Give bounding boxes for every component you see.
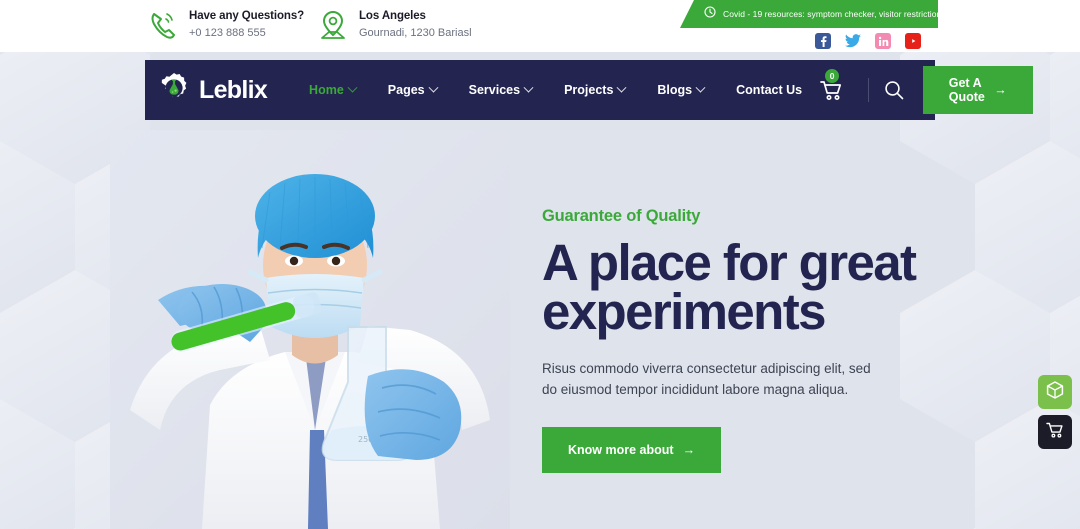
- covid-banner-text: Covid - 19 resources: symptom checker, v…: [723, 9, 953, 19]
- phone-icon: [148, 8, 178, 42]
- covid-banner[interactable]: Covid - 19 resources: symptom checker, v…: [680, 0, 938, 28]
- nav-item-services[interactable]: Services: [453, 82, 548, 97]
- clock-icon: [704, 5, 716, 23]
- nav-item-projects[interactable]: Projects: [548, 82, 641, 97]
- cart-widget-button[interactable]: [1038, 415, 1072, 449]
- get-a-quote-label: Get A Quote: [948, 76, 985, 104]
- know-more-button[interactable]: Know more about →: [542, 426, 722, 473]
- floating-widgets: [1038, 375, 1072, 449]
- social-links: [815, 33, 921, 49]
- gear-flask-logo: [157, 71, 191, 110]
- nav-item-blogs-label: Blogs: [657, 83, 693, 97]
- hero-eyebrow: Guarantee of Quality: [542, 207, 701, 225]
- nav-actions: 0 Get A Quote →: [818, 60, 1039, 120]
- hero-content: Guarantee of Quality A place for great e…: [542, 207, 942, 473]
- nav-divider: [868, 78, 869, 102]
- brand-name: Leblix: [199, 75, 268, 104]
- cart-button[interactable]: 0: [818, 68, 844, 103]
- nav-item-home[interactable]: Home: [293, 82, 372, 97]
- nav-item-contact-us[interactable]: Contact Us: [720, 83, 818, 97]
- cart-count-badge: 0: [824, 68, 841, 84]
- arrow-right-icon: →: [994, 83, 1007, 97]
- nav-item-pages[interactable]: Pages: [372, 82, 453, 97]
- page-title: A place for great experiments: [542, 234, 917, 341]
- phone-contact-block[interactable]: Have any Questions? +0 123 888 555: [148, 8, 304, 42]
- phone-title: Have any Questions?: [189, 10, 305, 22]
- hero-description: Risus commodo viverra consectetur adipis…: [542, 360, 871, 397]
- chevron-down-icon: [428, 82, 439, 93]
- map-pin-icon: [318, 8, 348, 42]
- nav-item-blogs[interactable]: Blogs: [641, 82, 720, 97]
- facebook-icon[interactable]: [815, 33, 831, 49]
- main-navigation: Leblix Home Pages Services Projects Blog…: [145, 60, 1033, 120]
- arrow-right-icon: →: [682, 442, 696, 457]
- location-contact-block[interactable]: Los Angeles Gournadi, 1230 Bariasl: [318, 8, 472, 42]
- chevron-down-icon: [523, 82, 534, 93]
- brand-logo[interactable]: Leblix: [157, 71, 268, 110]
- location-address: Gournadi, 1230 Bariasl: [359, 27, 472, 39]
- box-icon: [1045, 380, 1065, 405]
- hero-image: 250ml: [110, 130, 510, 529]
- nav-item-projects-label: Projects: [564, 83, 614, 97]
- nav-item-services-label: Services: [468, 83, 521, 97]
- youtube-icon[interactable]: [905, 33, 921, 49]
- linkedin-icon[interactable]: [875, 33, 891, 49]
- location-title: Los Angeles: [359, 10, 426, 22]
- cart-icon: [1045, 420, 1065, 445]
- know-more-label: Know more about: [568, 442, 674, 457]
- phone-number: +0 123 888 555: [189, 27, 266, 39]
- nav-menu: Home Pages Services Projects Blogs Conta…: [293, 82, 818, 97]
- chevron-down-icon: [695, 82, 706, 93]
- twitter-icon[interactable]: [845, 33, 861, 49]
- search-icon[interactable]: [883, 79, 905, 101]
- nav-item-pages-label: Pages: [387, 83, 425, 97]
- package-widget-button[interactable]: [1038, 375, 1072, 409]
- get-a-quote-button[interactable]: Get A Quote →: [922, 66, 1033, 114]
- nav-item-home-label: Home: [309, 83, 344, 97]
- chevron-down-icon: [616, 82, 627, 93]
- nav-item-contact-us-label: Contact Us: [736, 83, 803, 97]
- chevron-down-icon: [347, 82, 358, 93]
